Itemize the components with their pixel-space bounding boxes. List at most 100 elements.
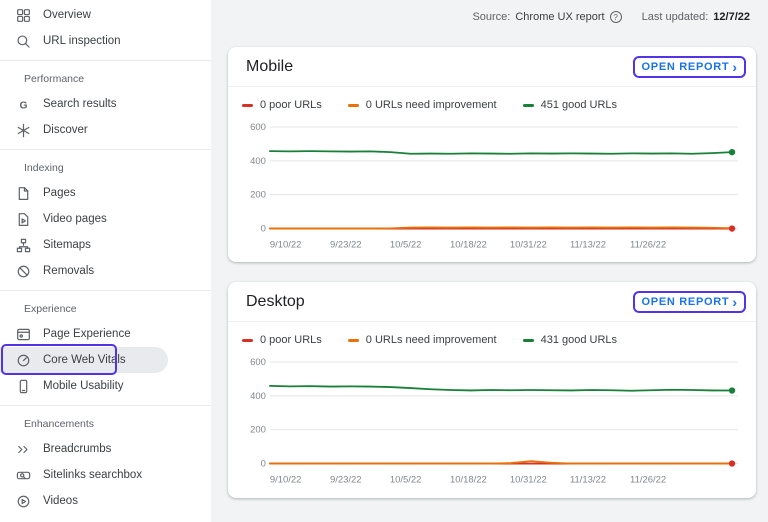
chart-legend-desktop: 0 poor URLs 0 URLs need improvement 431 … bbox=[228, 322, 756, 346]
open-report-label: OPEN REPORT bbox=[642, 296, 730, 308]
sidebar-section-indexing: Indexing bbox=[0, 156, 211, 180]
annotation-box-desktop-open-report: OPEN REPORT › bbox=[633, 291, 746, 313]
svg-text:0: 0 bbox=[261, 224, 266, 235]
svg-text:10/5/22: 10/5/22 bbox=[390, 475, 422, 486]
section-header-label: Experience bbox=[24, 303, 77, 315]
sidebar-item-page-experience[interactable]: Page Experience bbox=[0, 321, 211, 347]
sidebar-item-label: Sitelinks searchbox bbox=[43, 469, 142, 481]
breadcrumbs-icon bbox=[16, 442, 31, 457]
sidebar-item-removals[interactable]: Removals bbox=[0, 258, 211, 284]
svg-text:11/13/22: 11/13/22 bbox=[570, 239, 606, 250]
svg-text:10/5/22: 10/5/22 bbox=[390, 239, 422, 250]
last-updated-label: Last updated: bbox=[642, 11, 709, 23]
sidebar-item-label: Videos bbox=[43, 495, 78, 507]
legend-item-need-improvement: 0 URLs need improvement bbox=[348, 334, 497, 346]
sidebar-item-sitemaps[interactable]: Sitemaps bbox=[0, 232, 211, 258]
sidebar-divider bbox=[0, 405, 211, 406]
sidebar-item-label: Mobile Usability bbox=[43, 380, 124, 392]
legend-item-need-improvement: 0 URLs need improvement bbox=[348, 99, 497, 111]
legend-label: 0 poor URLs bbox=[260, 334, 322, 346]
sidebar-divider bbox=[0, 149, 211, 150]
page-experience-icon bbox=[16, 327, 31, 342]
sidebar-item-label: Search results bbox=[43, 98, 117, 110]
sidebar-item-label: Discover bbox=[43, 124, 88, 136]
help-icon[interactable]: ? bbox=[610, 11, 622, 23]
sidebar-item-label: Overview bbox=[43, 9, 91, 21]
svg-text:9/10/22: 9/10/22 bbox=[270, 475, 302, 486]
sidebar-item-label: URL inspection bbox=[43, 35, 121, 47]
sidebar-item-sitelinks-searchbox[interactable]: Sitelinks searchbox bbox=[0, 462, 211, 488]
source-info: Source: Chrome UX report ? bbox=[472, 11, 621, 23]
sidebar-item-pages[interactable]: Pages bbox=[0, 180, 211, 206]
svg-text:10/31/22: 10/31/22 bbox=[510, 475, 547, 486]
sidebar-item-mobile-usability[interactable]: Mobile Usability bbox=[0, 373, 211, 399]
last-updated-info: Last updated: 12/7/22 bbox=[642, 11, 750, 23]
card-header: Desktop OPEN REPORT › bbox=[228, 282, 756, 322]
legend-item-poor: 0 poor URLs bbox=[242, 334, 322, 346]
source-value: Chrome UX report bbox=[515, 11, 604, 23]
sidebar-item-discover[interactable]: Discover bbox=[0, 117, 211, 143]
sidebar-item-videos[interactable]: Videos bbox=[0, 488, 211, 514]
sidebar-item-label: Video pages bbox=[43, 213, 107, 225]
legend-label: 0 poor URLs bbox=[260, 99, 322, 111]
annotation-box-mobile-open-report: OPEN REPORT › bbox=[633, 56, 746, 78]
open-report-button-mobile[interactable]: OPEN REPORT › bbox=[642, 61, 737, 73]
overview-icon bbox=[16, 8, 31, 23]
svg-text:9/10/22: 9/10/22 bbox=[270, 239, 302, 250]
section-header-label: Performance bbox=[24, 73, 84, 85]
core-web-vitals-chart-desktop: 02004006009/10/229/23/2210/5/2210/18/221… bbox=[242, 350, 740, 489]
legend-label: 431 good URLs bbox=[541, 334, 617, 346]
sidebar-item-breadcrumbs[interactable]: Breadcrumbs bbox=[0, 436, 211, 462]
legend-marker-need-improvement bbox=[348, 104, 359, 107]
sidebar-section-performance: Performance bbox=[0, 67, 211, 91]
svg-text:11/26/22: 11/26/22 bbox=[630, 239, 666, 250]
legend-label: 0 URLs need improvement bbox=[366, 99, 497, 111]
section-header-label: Enhancements bbox=[24, 418, 94, 430]
sidebar-item-overview[interactable]: Overview bbox=[0, 2, 211, 28]
legend-item-poor: 0 poor URLs bbox=[242, 99, 322, 111]
sidebar-item-label: Pages bbox=[43, 187, 76, 199]
sitelinks-searchbox-icon bbox=[16, 468, 31, 483]
svg-text:9/23/22: 9/23/22 bbox=[330, 239, 362, 250]
svg-text:9/23/22: 9/23/22 bbox=[330, 475, 362, 486]
legend-marker-poor bbox=[242, 104, 253, 107]
legend-item-good: 451 good URLs bbox=[523, 99, 617, 111]
svg-text:400: 400 bbox=[250, 156, 266, 167]
chart-legend-mobile: 0 poor URLs 0 URLs need improvement 451 … bbox=[228, 87, 756, 111]
sidebar-item-core-web-vitals[interactable]: Core Web Vitals bbox=[0, 347, 168, 373]
mobile-card: Mobile OPEN REPORT › 0 poor URLs 0 URLs … bbox=[228, 47, 756, 262]
search-icon bbox=[16, 34, 31, 49]
google-search-console-app: Overview URL inspection Performance G Se… bbox=[0, 0, 768, 522]
sidebar-item-label: Core Web Vitals bbox=[43, 354, 126, 366]
sidebar-item-label: Removals bbox=[43, 265, 94, 277]
legend-marker-need-improvement bbox=[348, 339, 359, 342]
svg-text:200: 200 bbox=[250, 425, 266, 436]
desktop-card: Desktop OPEN REPORT › 0 poor URLs 0 URLs… bbox=[228, 282, 756, 497]
section-header-label: Indexing bbox=[24, 162, 64, 174]
legend-marker-good bbox=[523, 104, 534, 107]
open-report-button-desktop[interactable]: OPEN REPORT › bbox=[642, 296, 737, 308]
card-title-desktop: Desktop bbox=[246, 293, 305, 311]
sidebar-item-video-pages[interactable]: Video pages bbox=[0, 206, 211, 232]
sidebar-item-label: Page Experience bbox=[43, 328, 131, 340]
legend-marker-good bbox=[523, 339, 534, 342]
last-updated-value: 12/7/22 bbox=[713, 11, 750, 23]
chevron-right-icon: › bbox=[732, 62, 737, 72]
sidebar-item-url-inspection[interactable]: URL inspection bbox=[0, 28, 211, 54]
report-meta-row: Source: Chrome UX report ? Last updated:… bbox=[228, 0, 756, 23]
pages-icon bbox=[16, 186, 31, 201]
svg-text:11/26/22: 11/26/22 bbox=[630, 475, 666, 486]
core-web-vitals-icon bbox=[16, 353, 31, 368]
svg-text:G: G bbox=[19, 100, 27, 111]
svg-text:10/31/22: 10/31/22 bbox=[510, 239, 547, 250]
core-web-vitals-chart-mobile: 02004006009/10/229/23/2210/5/2210/18/221… bbox=[242, 115, 740, 254]
sidebar-divider bbox=[0, 290, 211, 291]
sidebar-item-search-results[interactable]: G Search results bbox=[0, 91, 211, 117]
main-content: Source: Chrome UX report ? Last updated:… bbox=[211, 0, 768, 522]
legend-label: 451 good URLs bbox=[541, 99, 617, 111]
card-header: Mobile OPEN REPORT › bbox=[228, 47, 756, 87]
sidebar-item-label: Breadcrumbs bbox=[43, 443, 111, 455]
discover-sparkle-icon bbox=[16, 123, 31, 138]
svg-text:600: 600 bbox=[250, 357, 266, 368]
videos-icon bbox=[16, 494, 31, 509]
